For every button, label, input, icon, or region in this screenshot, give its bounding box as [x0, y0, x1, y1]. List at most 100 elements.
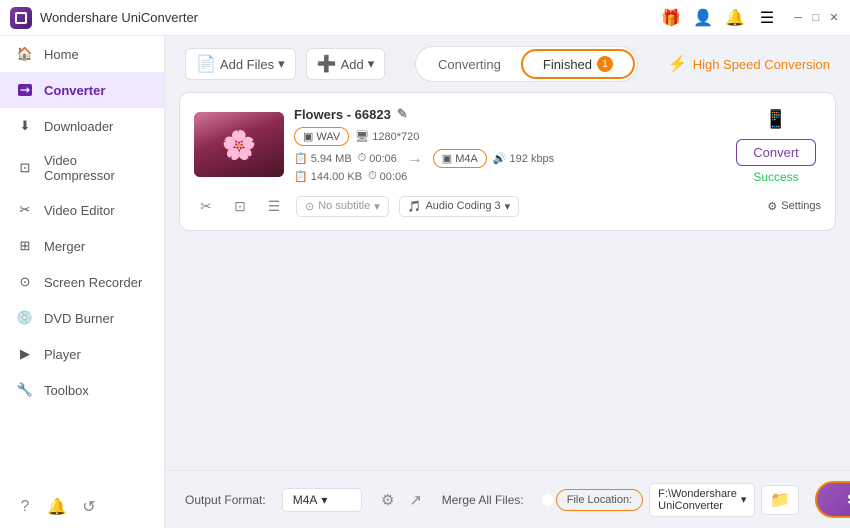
tab-converting-label: Converting: [438, 57, 501, 72]
sidebar-label-home: Home: [44, 47, 79, 62]
subtitle-select[interactable]: ⊙ No subtitle ▾: [296, 196, 389, 217]
list-icon[interactable]: ☰: [262, 194, 286, 218]
add-button[interactable]: ➕ Add ▾: [306, 48, 386, 80]
file-info-row-2: 📋 5.94 MB ⏱ 00:06 → ▣ M4A: [294, 149, 721, 168]
device-icon[interactable]: 📱: [762, 105, 790, 133]
sidebar-item-video-editor[interactable]: ✂ Video Editor: [0, 192, 164, 228]
sidebar-label-video-editor: Video Editor: [44, 203, 115, 218]
user-icon[interactable]: 👤: [694, 9, 712, 27]
close-button[interactable]: ✕: [828, 12, 840, 24]
audio-icon: 🎵: [408, 200, 422, 213]
file-location-path[interactable]: F:\Wondershare UniConverter ▾: [649, 483, 755, 517]
titlebar-icons: 🎁 👤 🔔 ☰: [662, 9, 776, 27]
duration-icon: ⏱: [358, 152, 367, 165]
sidebar-label-screen-recorder: Screen Recorder: [44, 275, 142, 290]
minimize-button[interactable]: ─: [792, 12, 804, 24]
screen-recorder-icon: ⊙: [16, 273, 34, 291]
output-video-icon: ▣: [442, 152, 452, 165]
cards-area: Flowers - 66823 ✎ ▣ WAV 🖥 1280*720: [165, 92, 850, 470]
file-details: Flowers - 66823 ✎ ▣ WAV 🖥 1280*720: [294, 106, 721, 183]
output-bitrate: 🔊 192 kbps: [493, 152, 554, 165]
file-name-text: Flowers - 66823: [294, 107, 391, 122]
file-card: Flowers - 66823 ✎ ▣ WAV 🖥 1280*720: [179, 92, 836, 231]
folder-button[interactable]: 📁: [761, 485, 799, 515]
subtitle-icon: ⊙: [305, 200, 314, 213]
thumbnail-image: [194, 112, 284, 177]
copy-icon[interactable]: ⊡: [228, 194, 252, 218]
high-speed-button[interactable]: ⚡ High Speed Conversion: [668, 54, 830, 74]
settings-button[interactable]: ⚙ Settings: [767, 200, 821, 213]
output-format: M4A: [455, 153, 478, 165]
file-info-row-3: 📋 144.00 KB ⏱ 00:06: [294, 170, 721, 183]
settings2-icon[interactable]: ⚙: [378, 490, 398, 510]
sidebar-item-dvd-burner[interactable]: 💿 DVD Burner: [0, 300, 164, 336]
output-duration-icon: ⏱: [368, 170, 377, 183]
file-actions: ✂ ⊡ ☰ ⊙ No subtitle ▾ 🎵 Audio Coding 3 ▾: [194, 194, 821, 218]
bottom-icons: ⚙ ↗: [378, 490, 426, 510]
edit-icon[interactable]: ✎: [397, 106, 408, 122]
subtitle-label: No subtitle: [318, 200, 370, 212]
settings-icon: ⚙: [767, 200, 777, 213]
add-files-button[interactable]: 📄 Add Files ▾: [185, 48, 296, 80]
downloader-icon: ⬇: [16, 117, 34, 135]
notification-icon[interactable]: 🔔: [48, 498, 66, 516]
topbar-left: 📄 Add Files ▾ ➕ Add ▾: [185, 48, 385, 80]
output-format-select[interactable]: M4A ▾: [282, 488, 362, 512]
sidebar-item-toolbox[interactable]: 🔧 Toolbox: [0, 372, 164, 408]
bottom-bar: Output Format: M4A ▾ ⚙ ↗ Merge All Files…: [165, 470, 850, 528]
add-label: Add: [341, 57, 364, 72]
file-path-text: F:\Wondershare UniConverter: [658, 488, 737, 512]
start-all-button[interactable]: Start All: [815, 481, 850, 518]
help-icon[interactable]: ?: [16, 498, 34, 516]
output-size: 📋 144.00 KB: [294, 170, 362, 183]
audio-dropdown-icon: ▾: [505, 200, 511, 213]
high-speed-label: High Speed Conversion: [693, 57, 830, 72]
file-location-group: File Location: F:\Wondershare UniConvert…: [556, 483, 800, 517]
add-files-icon: 📄: [196, 54, 216, 74]
path-dropdown-icon[interactable]: ▾: [741, 493, 747, 506]
audio-coding-select[interactable]: 🎵 Audio Coding 3 ▾: [399, 196, 519, 217]
sidebar-item-home[interactable]: 🏠 Home: [0, 36, 164, 72]
output-duration: ⏱ 00:06: [368, 170, 407, 183]
player-icon: ▶: [16, 345, 34, 363]
cut-icon[interactable]: ✂: [194, 194, 218, 218]
finished-badge: 1: [597, 56, 613, 72]
app-icon: [10, 7, 32, 29]
converter-icon: [16, 81, 34, 99]
size-icon: 📋: [294, 152, 308, 165]
sidebar: 🏠 Home Converter ⬇ Downloader ⊡ Video Co…: [0, 36, 165, 528]
convert-button[interactable]: Convert: [736, 139, 816, 166]
tab-converting[interactable]: Converting: [418, 52, 521, 77]
input-duration: ⏱ 00:06: [358, 152, 397, 165]
sidebar-item-player[interactable]: ▶ Player: [0, 336, 164, 372]
share-icon[interactable]: ↗: [406, 490, 426, 510]
file-thumbnail: [194, 112, 284, 177]
sidebar-item-screen-recorder[interactable]: ⊙ Screen Recorder: [0, 264, 164, 300]
gift-icon[interactable]: 🎁: [662, 9, 680, 27]
convert-btn-area: Convert Success: [736, 139, 816, 184]
merger-icon: ⊞: [16, 237, 34, 255]
output-format-badge: ▣ M4A: [433, 149, 487, 168]
sidebar-item-merger[interactable]: ⊞ Merger: [0, 228, 164, 264]
add-files-label: Add Files: [220, 57, 274, 72]
video-icon: ▣: [303, 130, 313, 143]
folder-icon: 📁: [770, 490, 790, 510]
refresh-icon[interactable]: ↺: [80, 498, 98, 516]
sidebar-item-downloader[interactable]: ⬇ Downloader: [0, 108, 164, 144]
file-card-top: Flowers - 66823 ✎ ▣ WAV 🖥 1280*720: [194, 105, 821, 184]
menu-icon[interactable]: ☰: [758, 9, 776, 27]
toggle-knob: [542, 494, 554, 506]
sidebar-item-converter[interactable]: Converter: [0, 72, 164, 108]
add-files-dropdown-icon[interactable]: ▾: [278, 56, 285, 72]
tab-finished[interactable]: Finished 1: [521, 49, 635, 79]
maximize-button[interactable]: □: [810, 12, 822, 24]
sidebar-label-converter: Converter: [44, 83, 105, 98]
add-dropdown-icon[interactable]: ▾: [368, 56, 375, 72]
home-icon: 🏠: [16, 45, 34, 63]
bitrate-icon: 🔊: [493, 152, 507, 165]
bell-icon[interactable]: 🔔: [726, 9, 744, 27]
format-value: M4A: [293, 493, 318, 507]
titlebar: Wondershare UniConverter 🎁 👤 🔔 ☰ ─ □ ✕: [0, 0, 850, 36]
sidebar-item-video-compressor[interactable]: ⊡ Video Compressor: [0, 144, 164, 192]
input-size: 📋 5.94 MB: [294, 152, 352, 165]
